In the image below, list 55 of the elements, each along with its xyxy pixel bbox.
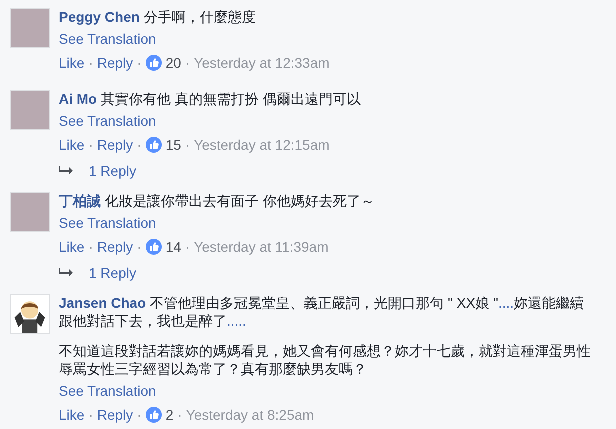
timestamp: Yesterday at 8:25am [186, 406, 314, 424]
comment-text: 不知道這段對話若讓妳的媽媽看見，她又會有何感想？妳才十七歲，就對這種渾蛋男性辱罵女性三字經習以為常了？真有那麼缺男友嗎？ [59, 342, 592, 378]
author-name[interactable]: Ai Mo [59, 91, 98, 107]
reply-link[interactable]: Reply [97, 136, 134, 154]
comment-text: Ai Mo 其實你有他 真的無需打扮 偶爾出遠門可以 [59, 90, 361, 108]
separator-dot: · [88, 54, 94, 72]
separator-dot: · [185, 238, 190, 256]
timestamp: Yesterday at 12:33am [194, 54, 330, 72]
see-translation-link[interactable]: See Translation [59, 30, 330, 48]
cartoon-avatar-icon [10, 294, 50, 334]
like-count: 20 [166, 54, 182, 72]
avatar-photo-placeholder [10, 192, 50, 232]
thumbs-up-icon [146, 55, 162, 71]
separator-dot: · [88, 136, 94, 154]
avatar-photo-placeholder [10, 90, 50, 130]
reply-link[interactable]: Reply [97, 238, 134, 256]
separator-dot: · [88, 406, 94, 424]
separator-dot: · [88, 238, 94, 256]
separator-dot: · [137, 54, 142, 72]
see-translation-link[interactable]: See Translation [59, 112, 361, 130]
like-link[interactable]: Like [59, 406, 85, 424]
replies-link[interactable]: 1 Reply [89, 264, 136, 282]
like-link[interactable]: Like [59, 238, 85, 256]
like-count: 14 [166, 238, 182, 256]
thumbs-up-icon [146, 137, 162, 153]
like-count: 2 [166, 406, 174, 424]
separator-dot: · [185, 136, 190, 154]
author-name[interactable]: 丁柏誠 [59, 193, 101, 209]
ellipsis-link[interactable]: ..... [227, 313, 246, 329]
timestamp: Yesterday at 12:15am [194, 136, 330, 154]
comment-text: Jansen Chao 不管他理由多冠冕堂皇、義正嚴詞，光開口那句 " XX娘 "....妳還能繼續跟他對話下去，我也是醉了..... [59, 294, 585, 330]
like-count: 15 [166, 136, 182, 154]
separator-dot: · [185, 54, 190, 72]
thumbs-up-icon [146, 239, 162, 255]
reply-link[interactable]: Reply [97, 54, 134, 72]
separator-dot: · [178, 406, 182, 424]
author-name[interactable]: Jansen Chao [59, 295, 146, 311]
comment-text: Peggy Chen 分手啊，什麼態度 [59, 8, 257, 26]
reply-arrow-icon [59, 268, 73, 278]
see-translation-link[interactable]: See Translation [59, 214, 375, 232]
timestamp: Yesterday at 11:39am [194, 238, 329, 256]
separator-dot: · [137, 136, 142, 154]
separator-dot: · [137, 406, 142, 424]
thumbs-up-icon [146, 407, 162, 423]
like-link[interactable]: Like [59, 54, 85, 72]
avatar-photo-placeholder [10, 8, 50, 48]
author-name[interactable]: Peggy Chen [59, 9, 140, 25]
reply-link[interactable]: Reply [97, 406, 134, 424]
reply-arrow-icon [59, 166, 73, 176]
like-link[interactable]: Like [59, 136, 85, 154]
ellipsis-link[interactable]: .... [498, 295, 514, 311]
comment-text: 丁柏誠 化妝是讓你帶出去有面子 你他媽好去死了～ [59, 192, 375, 210]
see-translation-link[interactable]: See Translation [59, 382, 592, 400]
separator-dot: · [137, 238, 142, 256]
replies-link[interactable]: 1 Reply [89, 162, 136, 180]
